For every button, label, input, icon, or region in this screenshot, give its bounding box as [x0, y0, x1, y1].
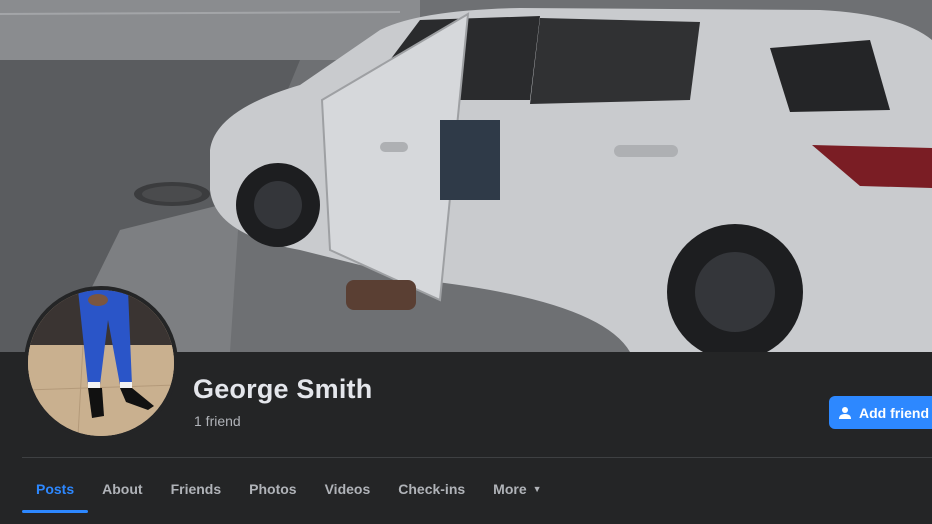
profile-name: George Smith — [193, 374, 373, 404]
tab-more[interactable]: More ▼ — [479, 466, 555, 512]
tab-photos[interactable]: Photos — [235, 466, 310, 512]
profile-avatar[interactable] — [24, 286, 178, 440]
tab-label: Friends — [170, 481, 222, 497]
tab-posts[interactable]: Posts — [22, 466, 89, 513]
tab-label: Posts — [36, 481, 75, 497]
add-friend-label: Add friend — [859, 404, 929, 421]
profile-tabs: Posts About Friends Photos Videos Check-… — [22, 466, 556, 513]
tab-label: More — [493, 481, 527, 497]
tab-about[interactable]: About — [88, 466, 156, 512]
tab-label: Photos — [249, 481, 297, 497]
header-divider — [22, 457, 932, 458]
caret-down-icon: ▼ — [532, 484, 542, 494]
tab-label: Check-ins — [398, 481, 466, 497]
tab-videos[interactable]: Videos — [311, 466, 385, 512]
tab-friends[interactable]: Friends — [157, 466, 236, 512]
add-friend-button[interactable]: Add friend — [829, 396, 932, 429]
person-plus-icon — [839, 406, 853, 420]
tab-label: About — [102, 481, 143, 497]
avatar-image — [28, 290, 174, 436]
tab-check-ins[interactable]: Check-ins — [384, 466, 479, 512]
friends-count[interactable]: 1 friend — [194, 413, 241, 429]
tab-label: Videos — [324, 481, 371, 497]
